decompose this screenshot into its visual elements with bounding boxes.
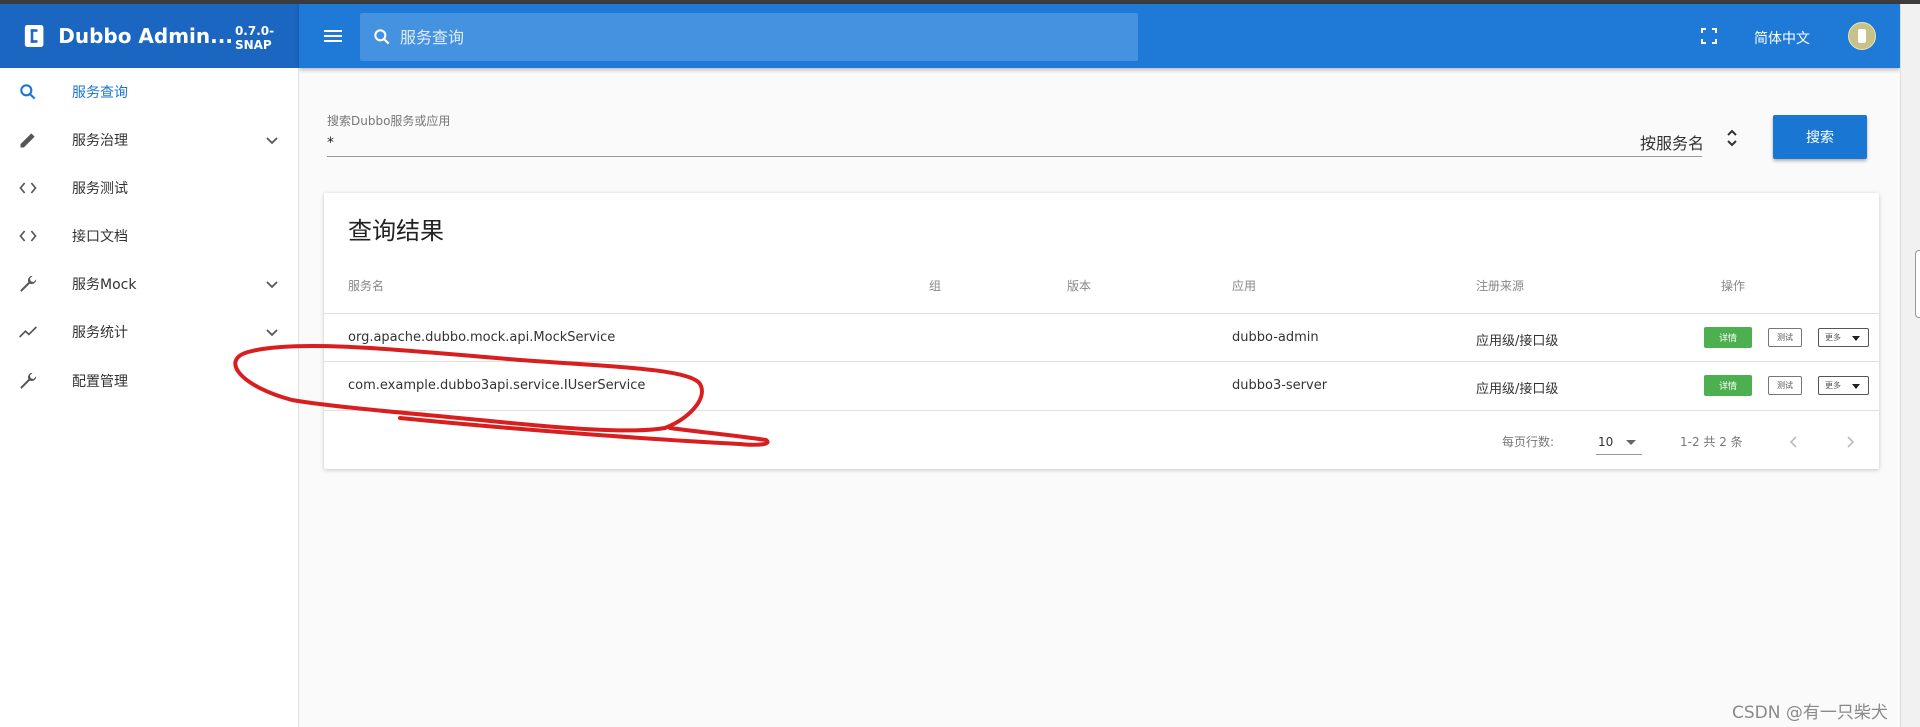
column-header-source: 注册来源	[1476, 279, 1525, 293]
chevron-down-icon[interactable]	[264, 276, 280, 292]
detail-button[interactable]: 详情	[1704, 375, 1752, 396]
app-title: Dubbo Admin...	[58, 24, 233, 48]
wrench-icon	[16, 369, 40, 393]
sidebar-item-service-mock[interactable]: 服务Mock	[0, 260, 299, 308]
results-card: 查询结果 服务名 组 版本 应用 注册来源 操作 org.apache.dubb…	[324, 193, 1879, 469]
user-avatar[interactable]	[1848, 22, 1876, 50]
fullscreen-icon[interactable]	[1699, 26, 1719, 46]
column-header-app[interactable]: 应用	[1232, 277, 1256, 294]
cell-source: 应用级/接口级	[1476, 382, 1559, 397]
pencil-icon	[16, 128, 40, 152]
search-type-select[interactable]: 按服务名	[1640, 130, 1704, 154]
sidebar-item-service-governance[interactable]: 服务治理	[0, 116, 299, 164]
table-divider	[324, 313, 1879, 314]
cell-app: dubbo-admin	[1232, 330, 1319, 345]
sidebar-item-label: 服务统计	[72, 325, 128, 341]
search-icon	[374, 29, 390, 45]
cell-service-name: com.example.dubbo3api.service.IUserServi…	[348, 378, 646, 393]
dropdown-arrow-icon	[1626, 440, 1636, 445]
sidebar-item-label: 服务Mock	[72, 277, 137, 293]
watermark: CSDN @有一只柴犬	[1732, 703, 1888, 723]
sidebar-item-service-stats[interactable]: 服务统计	[0, 308, 299, 356]
sidebar-item-label: 配置管理	[72, 374, 128, 390]
more-button[interactable]: 更多	[1818, 328, 1869, 347]
search-icon	[16, 80, 40, 104]
menu-icon[interactable]	[321, 24, 345, 48]
brand-header[interactable]: Dubbo Admin... 0.7.0-SNAP	[0, 4, 299, 68]
chevron-down-icon[interactable]	[264, 132, 280, 148]
column-header-version[interactable]: 版本	[1067, 277, 1091, 294]
dubbo-logo-icon	[24, 25, 44, 47]
table-divider	[324, 410, 1879, 411]
cell-service-name: org.apache.dubbo.mock.api.MockService	[348, 330, 616, 345]
code-icon	[16, 224, 40, 248]
chevron-down-icon[interactable]	[264, 324, 280, 340]
cell-source: 应用级/接口级	[1476, 334, 1559, 349]
more-button[interactable]: 更多	[1818, 376, 1869, 395]
trending-icon	[16, 320, 40, 344]
sidebar-item-label: 服务治理	[72, 133, 128, 149]
service-search-input[interactable]	[327, 130, 1702, 157]
sidebar-item-api-docs[interactable]: 接口文档	[0, 212, 299, 260]
rows-per-page-value: 10	[1598, 435, 1614, 449]
table-divider	[324, 361, 1879, 362]
global-search-input[interactable]	[398, 26, 1102, 48]
sidebar-item-service-query[interactable]: 服务查询	[0, 68, 299, 116]
column-header-actions: 操作	[1721, 279, 1746, 293]
test-button[interactable]: 测试	[1768, 328, 1802, 347]
search-field-label: 搜索Dubbo服务或应用	[327, 114, 451, 128]
sidebar: 服务查询 服务治理 服务测试 接口文档 服务Mock 服务统计 配置管理	[0, 68, 299, 727]
results-title: 查询结果	[348, 217, 444, 245]
language-switch[interactable]: 简体中文	[1754, 28, 1810, 48]
cell-app: dubbo3-server	[1232, 378, 1328, 393]
chevron-left-icon[interactable]	[1782, 430, 1806, 454]
top-toolbar: 简体中文	[299, 4, 1900, 68]
code-icon	[16, 176, 40, 200]
sidebar-item-config-management[interactable]: 配置管理	[0, 357, 299, 405]
detail-button[interactable]: 详情	[1704, 327, 1752, 348]
global-search-box[interactable]	[360, 13, 1138, 61]
app-version: 0.7.0-SNAP	[234, 24, 275, 52]
sidebar-item-service-test[interactable]: 服务测试	[0, 164, 299, 212]
sidebar-item-label: 接口文档	[72, 229, 128, 245]
page-scrollbar[interactable]	[1900, 4, 1920, 727]
side-panel-tab[interactable]	[1915, 250, 1920, 318]
wrench-icon	[16, 272, 40, 296]
pagination-range: 1-2 共 2 条	[1680, 435, 1743, 449]
column-header-group[interactable]: 组	[929, 277, 941, 294]
column-header-service[interactable]: 服务名	[348, 277, 384, 294]
unfold-icon[interactable]	[1725, 126, 1739, 150]
chevron-right-icon[interactable]	[1838, 430, 1862, 454]
sidebar-item-label: 服务测试	[72, 181, 128, 197]
test-button[interactable]: 测试	[1768, 376, 1802, 395]
sidebar-item-label: 服务查询	[72, 85, 128, 101]
search-button[interactable]: 搜索	[1773, 115, 1867, 159]
rows-per-page-select[interactable]: 10	[1596, 430, 1642, 455]
rows-per-page-label: 每页行数:	[1502, 435, 1555, 449]
